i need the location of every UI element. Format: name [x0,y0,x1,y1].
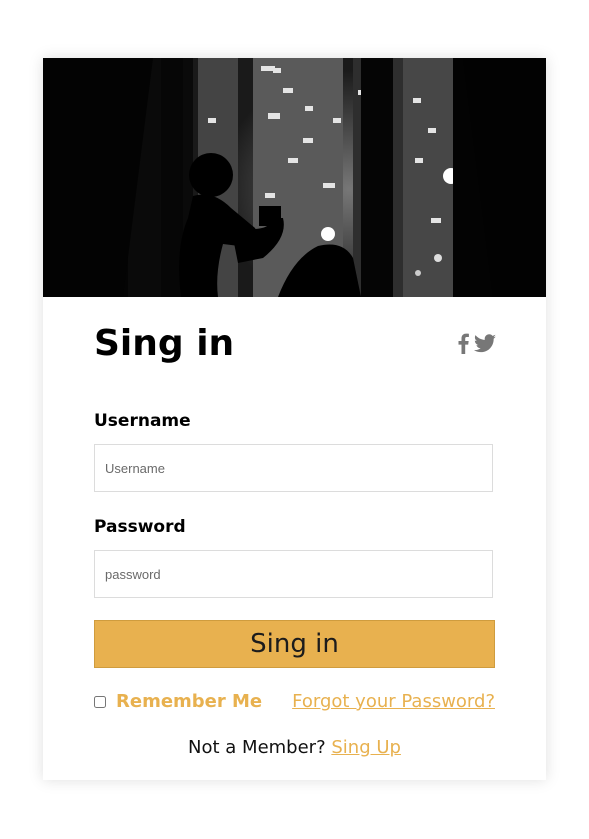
header-photo [43,58,546,297]
password-label: Password [94,517,186,537]
page-title: Sing in [94,323,235,364]
signup-prompt: Not a Member? Sing Up [43,737,546,758]
sign-up-link[interactable]: Sing Up [331,737,401,758]
remember-me: Remember Me [94,691,262,712]
forgot-password-link[interactable]: Forgot your Password? [292,691,495,712]
password-input[interactable] [94,550,493,598]
sign-in-button[interactable]: Sing in [94,620,495,668]
login-card: Sing in Username Password Sing in Rememb… [43,58,546,780]
member-text: Not a Member? [188,737,332,758]
remember-me-label[interactable]: Remember Me [116,691,262,712]
twitter-icon[interactable] [473,333,497,359]
remember-me-checkbox[interactable] [94,695,106,708]
username-label: Username [94,411,191,431]
facebook-icon[interactable] [457,333,469,359]
username-input[interactable] [94,444,493,492]
